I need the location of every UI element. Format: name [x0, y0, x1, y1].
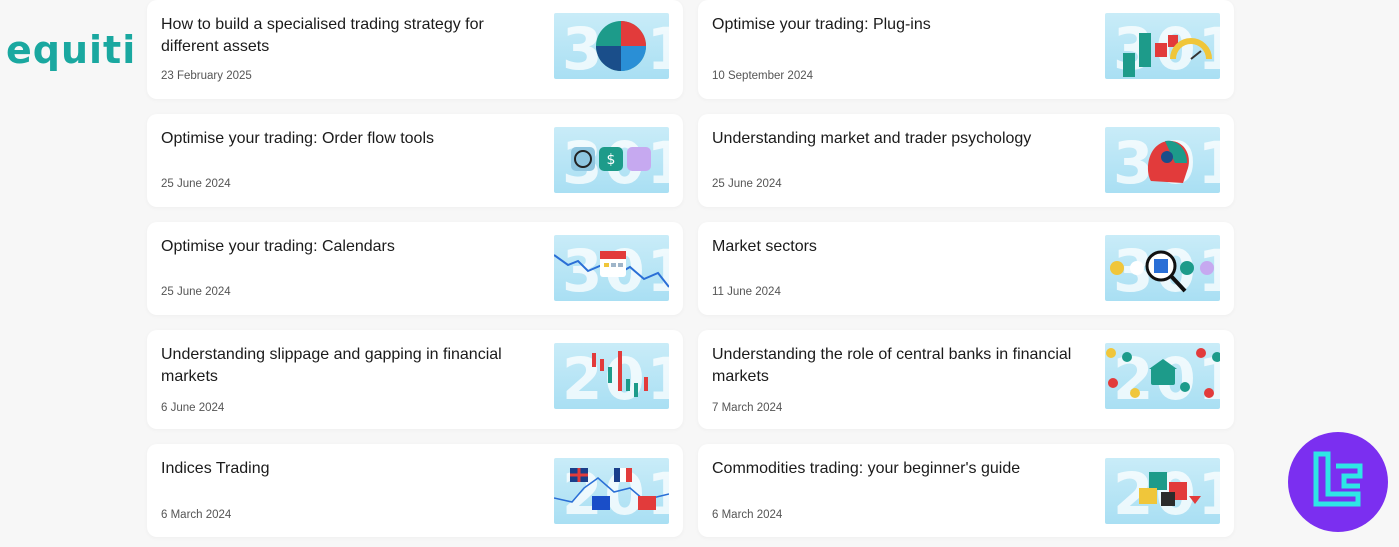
article-title[interactable]: Commodities trading: your beginner's gui…	[712, 458, 1092, 480]
article-title[interactable]: Optimise your trading: Calendars	[161, 236, 541, 258]
article-date: 11 June 2024	[712, 286, 781, 298]
article-date: 6 June 2024	[161, 402, 225, 414]
order-flow-tools-icon: $	[571, 147, 651, 171]
article-date: 6 March 2024	[712, 509, 783, 521]
article-card[interactable]: Understanding the role of central banks …	[698, 330, 1234, 429]
article-thumbnail[interactable]: 301	[1105, 13, 1220, 79]
article-thumbnail[interactable]: 301	[554, 13, 669, 79]
article-date: 25 June 2024	[161, 178, 231, 190]
candlestick-gauge-icon	[1123, 33, 1212, 77]
article-date: 25 June 2024	[161, 286, 231, 298]
candlestick-gap-icon	[592, 351, 648, 397]
assets-wheel-icon	[596, 21, 646, 71]
article-title[interactable]: Understanding market and trader psycholo…	[712, 128, 1092, 150]
article-title[interactable]: Optimise your trading: Order flow tools	[161, 128, 541, 150]
article-thumbnail[interactable]: 201	[1105, 458, 1220, 524]
article-title[interactable]: Understanding the role of central banks …	[712, 344, 1092, 388]
tc-logo-icon	[1313, 451, 1363, 507]
article-thumbnail[interactable]: 201	[554, 343, 669, 409]
article-thumbnail[interactable]: 301 $	[554, 127, 669, 193]
article-title[interactable]: How to build a specialised trading strat…	[161, 14, 541, 58]
sectors-magnifier-icon	[1110, 250, 1214, 293]
equiti-logo[interactable]: equiti	[6, 28, 136, 72]
tc-logo-badge	[1288, 432, 1388, 532]
article-title[interactable]: Market sectors	[712, 236, 1092, 258]
article-card[interactable]: Indices Trading 6 March 2024 201	[147, 444, 683, 537]
article-date: 6 March 2024	[161, 509, 232, 521]
calendar-chart-icon	[554, 251, 669, 288]
article-card[interactable]: Market sectors 11 June 2024 301	[698, 222, 1234, 315]
article-title[interactable]: Understanding slippage and gapping in fi…	[161, 344, 541, 388]
article-date: 10 September 2024	[712, 70, 814, 82]
article-date: 23 February 2025	[161, 70, 252, 82]
article-card[interactable]: Understanding slippage and gapping in fi…	[147, 330, 683, 429]
indices-flags-icon	[554, 468, 669, 510]
article-card[interactable]: Optimise your trading: Plug-ins 10 Septe…	[698, 0, 1234, 99]
psychology-head-icon	[1148, 140, 1189, 183]
central-bank-coins-icon	[1106, 348, 1220, 398]
article-card[interactable]: Understanding market and trader psycholo…	[698, 114, 1234, 207]
commodities-cards-icon	[1139, 472, 1201, 506]
article-title[interactable]: Optimise your trading: Plug-ins	[712, 14, 1092, 36]
article-date: 25 June 2024	[712, 178, 782, 190]
article-thumbnail[interactable]: 201	[1105, 343, 1220, 409]
svg-text:$: $	[607, 152, 616, 168]
article-card[interactable]: How to build a specialised trading strat…	[147, 0, 683, 99]
article-title[interactable]: Indices Trading	[161, 458, 541, 480]
article-card[interactable]: Optimise your trading: Calendars 25 June…	[147, 222, 683, 315]
article-thumbnail[interactable]: 301	[554, 235, 669, 301]
article-card[interactable]: Commodities trading: your beginner's gui…	[698, 444, 1234, 537]
article-thumbnail[interactable]: 201	[554, 458, 669, 524]
article-card[interactable]: Optimise your trading: Order flow tools …	[147, 114, 683, 207]
article-thumbnail[interactable]: 301	[1105, 127, 1220, 193]
article-thumbnail[interactable]: 301	[1105, 235, 1220, 301]
article-date: 7 March 2024	[712, 402, 783, 414]
